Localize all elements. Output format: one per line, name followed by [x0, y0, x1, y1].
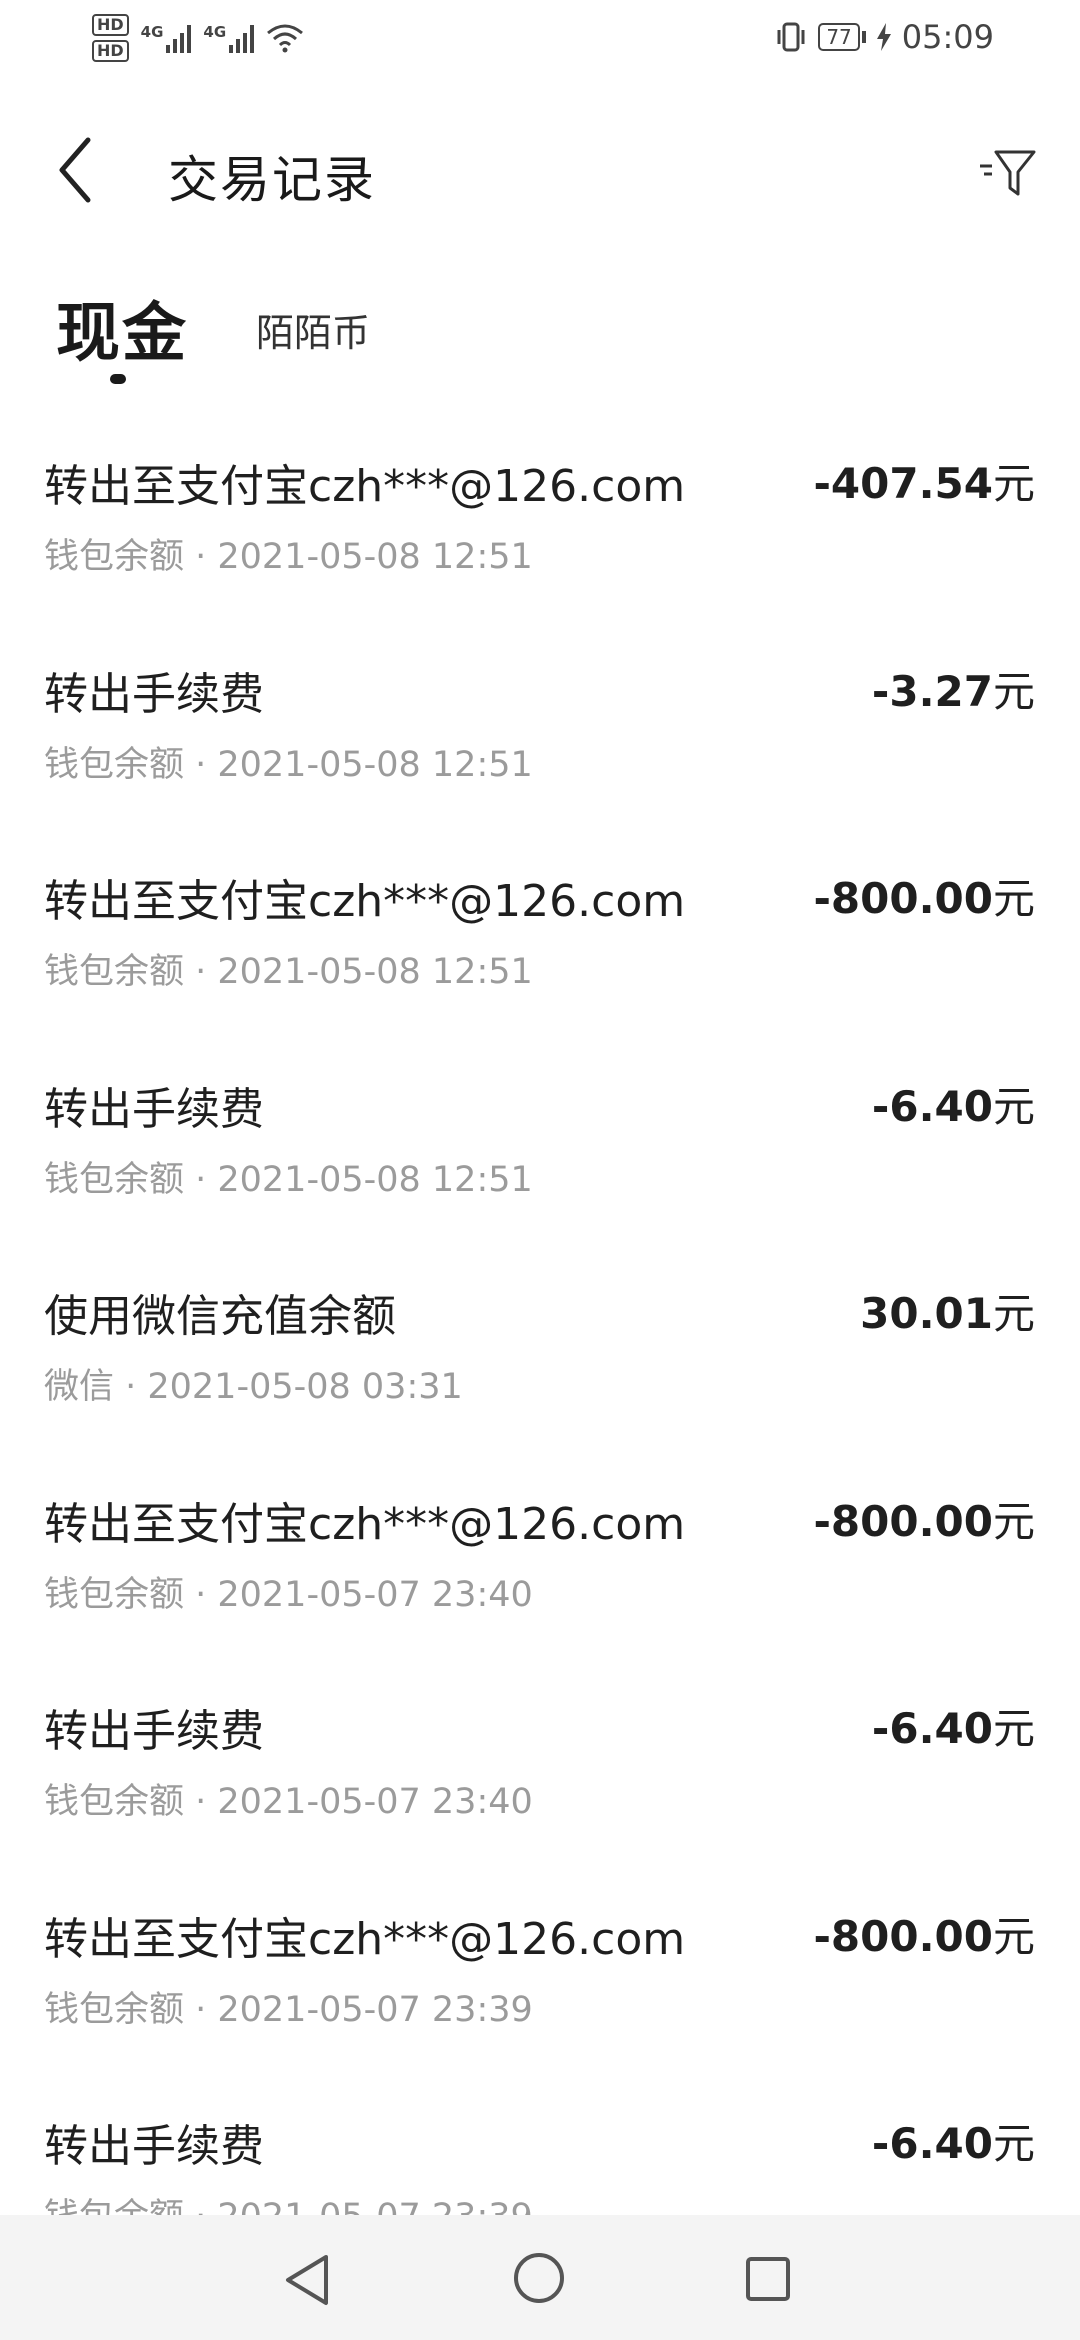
network-1-label: 4G — [140, 23, 164, 41]
amount-unit: 元 — [992, 1704, 1035, 1753]
transaction-title: 转出至支付宝czh***@126.com — [44, 1913, 686, 1965]
transaction-subtitle: 钱包余额 · 2021-05-08 12:51 — [44, 952, 533, 992]
transaction-subtitle: 钱包余额 · 2021-05-07 23:39 — [44, 1989, 533, 2030]
transaction-amount: -6.40元 — [872, 1695, 1035, 1756]
network-2-label: 4G — [203, 23, 227, 41]
amount-value: -6.40 — [871, 2119, 993, 2168]
amount-value: 30.01 — [860, 1289, 993, 1338]
transaction-title: 转出手续费 — [44, 2121, 264, 2172]
transaction-amount: 30.01元 — [860, 1280, 1035, 1341]
transaction-title: 转出手续费 — [44, 1083, 264, 1135]
amount-unit: 元 — [992, 2119, 1035, 2168]
amount-value: -6.40 — [871, 1081, 993, 1131]
status-bar-left: HD HD 4G 4G — [92, 14, 304, 62]
amount-unit: 元 — [992, 874, 1035, 923]
tab-momo-coins[interactable]: 陌陌币 — [256, 302, 370, 357]
back-arrow-icon[interactable] — [48, 134, 108, 206]
transaction-title: 使用微信充值余额 — [44, 1291, 396, 1342]
transaction-title: 转出至支付宝czh***@126.com — [44, 461, 686, 512]
page-title: 交易记录 — [168, 151, 376, 209]
status-bar: HD HD 4G 4G 77 05:09 — [0, 0, 1080, 84]
transaction-row[interactable]: 使用微信充值余额 微信 · 2021-05-08 03:31 30.01元 — [0, 1240, 1080, 1448]
transaction-amount: -800.00元 — [813, 1488, 1035, 1549]
amount-unit: 元 — [992, 1911, 1035, 1961]
clock: 05:09 — [901, 18, 994, 56]
transaction-amount: -800.00元 — [813, 1903, 1035, 1964]
transaction-row[interactable]: 转出至支付宝czh***@126.com 钱包余额 · 2021-05-07 2… — [0, 1448, 1080, 1656]
amount-unit: 元 — [992, 459, 1035, 508]
transaction-subtitle: 钱包余额 · 2021-05-08 12:51 — [44, 1159, 533, 1200]
battery-icon: 77 — [818, 23, 866, 51]
system-nav-bar — [0, 2215, 1080, 2340]
transaction-amount: -6.40元 — [872, 1073, 1035, 1134]
transaction-row[interactable]: 转出手续费 钱包余额 · 2021-05-07 23:39 -6.40元 — [0, 2070, 1080, 2215]
tab-cash[interactable]: 现金 — [56, 282, 188, 374]
transaction-row[interactable]: 转出至支付宝czh***@126.com 钱包余额 · 2021-05-08 1… — [0, 410, 1080, 618]
transaction-row[interactable]: 转出手续费 钱包余额 · 2021-05-08 12:51 -3.27元 — [0, 618, 1080, 826]
transaction-subtitle: 钱包余额 · 2021-05-08 12:51 — [44, 744, 533, 785]
sim1-hd-badge: HD — [92, 14, 129, 36]
transaction-subtitle: 钱包余额 · 2021-05-07 23:39 — [44, 2188, 533, 2215]
amount-unit: 元 — [992, 666, 1035, 716]
amount-unit: 元 — [992, 1289, 1035, 1338]
transaction-amount: -6.40元 — [872, 2110, 1035, 2171]
transaction-title: 转出至支付宝czh***@126.com — [44, 1498, 686, 1550]
wifi-icon — [267, 24, 304, 53]
amount-value: -800.00 — [813, 1911, 993, 1961]
transaction-amount: -3.27元 — [872, 658, 1035, 719]
vibrate-icon — [777, 22, 805, 52]
transaction-title: 转出手续费 — [44, 668, 264, 720]
filter-icon[interactable] — [976, 140, 1040, 204]
sim-indicators: HD HD — [92, 14, 129, 62]
transaction-subtitle: 钱包余额 · 2021-05-08 12:51 — [44, 537, 533, 577]
status-bar-right: 77 05:09 — [774, 18, 994, 56]
transaction-title: 转出手续费 — [44, 1706, 264, 1757]
sim2-hd-badge: HD — [92, 40, 129, 62]
transaction-title: 转出至支付宝czh***@126.com — [44, 876, 686, 927]
nav-home-circle-icon[interactable] — [512, 2251, 566, 2305]
transaction-row[interactable]: 转出至支付宝czh***@126.com 钱包余额 · 2021-05-08 1… — [0, 825, 1080, 1033]
charging-icon — [876, 23, 891, 51]
active-tab-indicator — [110, 374, 126, 384]
transaction-row[interactable]: 转出手续费 钱包余额 · 2021-05-08 12:51 -6.40元 — [0, 1033, 1080, 1241]
nav-recent-square-icon[interactable] — [744, 2255, 792, 2303]
amount-unit: 元 — [992, 1081, 1035, 1131]
transaction-amount: -407.54元 — [813, 450, 1035, 511]
signal-1-icon: 4G — [141, 23, 192, 53]
transaction-subtitle: 微信 · 2021-05-08 03:31 — [44, 1367, 463, 1407]
transaction-row[interactable]: 转出至支付宝czh***@126.com 钱包余额 · 2021-05-07 2… — [0, 1863, 1080, 2071]
transaction-amount: -800.00元 — [813, 865, 1035, 926]
battery-level: 77 — [818, 23, 860, 51]
signal-2-icon: 4G — [203, 23, 255, 53]
amount-value: -800.00 — [813, 874, 993, 923]
amount-value: -3.27 — [871, 666, 993, 716]
nav-back-triangle-icon[interactable] — [282, 2253, 332, 2307]
transaction-subtitle: 钱包余额 · 2021-05-07 23:40 — [44, 1574, 533, 1615]
amount-value: -800.00 — [813, 1496, 993, 1546]
app-header: 交易记录 — [0, 84, 1080, 256]
amount-value: -6.40 — [871, 1704, 993, 1753]
amount-unit: 元 — [992, 1496, 1035, 1546]
transaction-row[interactable]: 转出手续费 钱包余额 · 2021-05-07 23:40 -6.40元 — [0, 1655, 1080, 1863]
transaction-subtitle: 钱包余额 · 2021-05-07 23:40 — [44, 1782, 533, 1822]
amount-value: -407.54 — [813, 459, 993, 508]
currency-tabs: 现金 陌陌币 — [0, 270, 1080, 400]
transaction-list: 转出至支付宝czh***@126.com 钱包余额 · 2021-05-08 1… — [0, 410, 1080, 2215]
